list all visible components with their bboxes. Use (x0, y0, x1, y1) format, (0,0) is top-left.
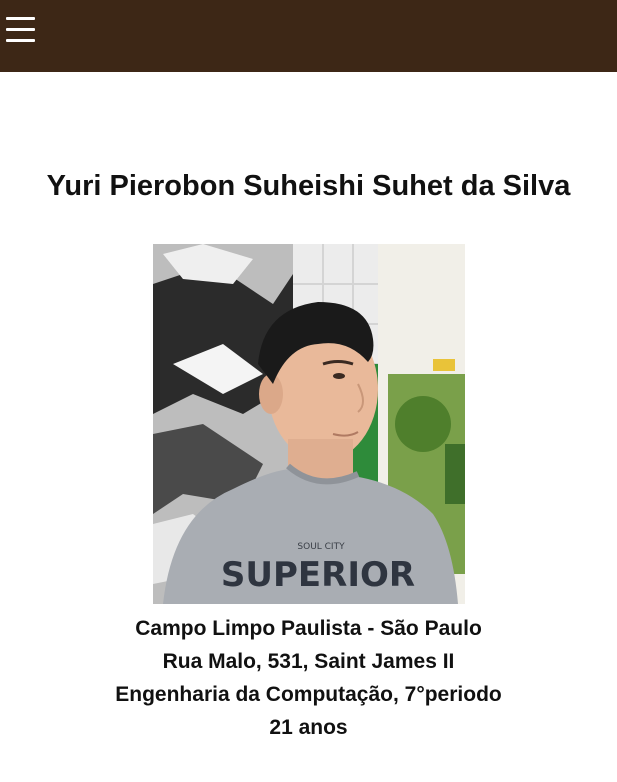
profile-age: 21 anos (269, 716, 348, 739)
top-navbar (0, 0, 617, 72)
profile-course: Engenharia da Computação, 7°periodo (115, 683, 502, 706)
menu-bar-line (6, 17, 35, 20)
profile-name: Yuri Pierobon Suheishi Suhet da Silva (46, 170, 571, 202)
profile-city: Campo Limpo Paulista - São Paulo (135, 617, 482, 640)
profile-address: Rua Malo, 531, Saint James II (162, 650, 455, 673)
profile-info: Campo Limpo Paulista - São Paulo Rua Mal… (0, 612, 617, 744)
profile-photo: SOUL CITY SUPERIOR (153, 244, 465, 604)
menu-bar-line (6, 39, 35, 42)
shirt-text-large: SUPERIOR (221, 555, 415, 595)
menu-bar-line (6, 28, 35, 31)
hamburger-menu-icon[interactable] (5, 14, 37, 46)
shirt-text-small: SOUL CITY (297, 542, 345, 552)
